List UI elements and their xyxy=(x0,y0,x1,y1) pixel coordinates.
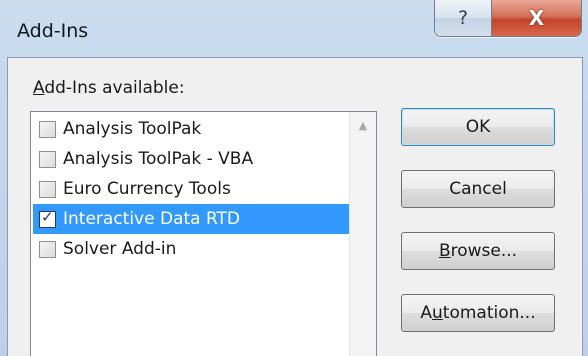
close-icon: X xyxy=(528,6,545,30)
add-ins-listbox[interactable]: Analysis ToolPak Analysis ToolPak - VBA … xyxy=(30,111,377,356)
cancel-label: Cancel xyxy=(449,179,507,199)
list-item-analysis-toolpak[interactable]: Analysis ToolPak xyxy=(33,114,349,144)
automation-prefix: A xyxy=(420,303,433,323)
checkbox-interactive-data-rtd[interactable]: ✓ xyxy=(39,207,56,228)
close-button[interactable]: X xyxy=(492,0,581,36)
label-mnemonic: A xyxy=(33,78,45,98)
cancel-button[interactable]: Cancel xyxy=(401,170,555,208)
arrow-up-icon: ▲ xyxy=(358,118,368,132)
title-bar[interactable]: Add-Ins ? X xyxy=(0,0,588,56)
browse-button[interactable]: Browse... xyxy=(401,232,555,270)
checkmark-icon: ✓ xyxy=(41,207,54,226)
list-item-euro-currency-tools[interactable]: Euro Currency Tools xyxy=(33,174,349,204)
item-label: Euro Currency Tools xyxy=(63,179,231,199)
add-ins-available-label: Add-Ins available: xyxy=(33,78,185,98)
item-label: Interactive Data RTD xyxy=(63,209,241,229)
help-button[interactable]: ? xyxy=(435,0,492,36)
add-ins-dialog: Add-Ins ? X Add-Ins available: Analysis … xyxy=(0,0,588,356)
automation-label: tomation... xyxy=(442,303,536,323)
item-label: Analysis ToolPak xyxy=(63,119,202,139)
checkbox-analysis-toolpak[interactable] xyxy=(39,120,56,138)
automation-mnemonic: u xyxy=(432,303,443,323)
help-icon: ? xyxy=(457,7,469,29)
browse-label: rowse... xyxy=(450,241,518,261)
checkbox-solver-add-in[interactable] xyxy=(39,240,56,258)
scroll-up-button[interactable]: ▲ xyxy=(350,112,376,138)
list-item-analysis-toolpak-vba[interactable]: Analysis ToolPak - VBA xyxy=(33,144,349,174)
item-label: Solver Add-in xyxy=(63,239,177,259)
ok-button[interactable]: OK xyxy=(401,108,555,146)
dialog-title: Add-Ins xyxy=(17,20,89,42)
checkbox-euro-currency-tools[interactable] xyxy=(39,180,56,198)
browse-mnemonic: B xyxy=(438,241,451,261)
checkbox-analysis-toolpak-vba[interactable] xyxy=(39,150,56,168)
label-text: dd-Ins available: xyxy=(44,78,185,98)
caption-buttons: ? X xyxy=(434,0,582,37)
item-label: Analysis ToolPak - VBA xyxy=(63,149,254,169)
ok-label: OK xyxy=(465,117,491,137)
dialog-body: Add-Ins available: Analysis ToolPak Anal… xyxy=(7,57,583,356)
list-item-solver-add-in[interactable]: Solver Add-in xyxy=(33,234,349,264)
automation-button[interactable]: Au tomation... xyxy=(401,294,555,332)
list-scrollbar[interactable]: ▲ xyxy=(349,112,376,356)
list-item-interactive-data-rtd[interactable]: ✓ Interactive Data RTD xyxy=(33,204,349,234)
